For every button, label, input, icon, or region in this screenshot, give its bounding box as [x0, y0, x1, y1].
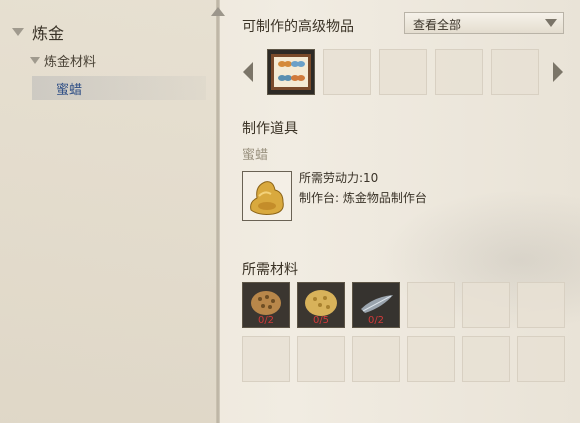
- filter-dropdown-value: 查看全部: [413, 18, 462, 32]
- beeswax-icon: [250, 181, 284, 215]
- butterfly-collection-icon: [271, 54, 311, 90]
- filter-dropdown[interactable]: 查看全部: [404, 12, 564, 34]
- material-slot[interactable]: [407, 282, 455, 328]
- tree-category-alchemy[interactable]: 炼金: [12, 20, 64, 44]
- material-slot[interactable]: [517, 282, 565, 328]
- materials-title: 所需材料: [242, 262, 298, 278]
- material-slot[interactable]: [242, 336, 290, 382]
- material-slot[interactable]: 0/5: [297, 282, 345, 328]
- labor-requirement: 所需劳动力:10: [299, 171, 379, 185]
- craftable-item-slot[interactable]: [323, 49, 371, 95]
- expand-triangle-icon: [30, 57, 40, 64]
- tool-name: 蜜蜡: [242, 148, 269, 163]
- craftable-item-slot[interactable]: [435, 49, 483, 95]
- scroll-up-arrow-icon[interactable]: [211, 7, 225, 16]
- tool-section-title: 制作道具: [242, 121, 298, 137]
- material-count: 0/2: [257, 315, 275, 326]
- panel-scrollbar[interactable]: [216, 0, 220, 423]
- material-count: 0/2: [367, 315, 385, 326]
- craftable-item-slot[interactable]: [491, 49, 539, 95]
- workbench-requirement: 制作台: 炼金物品制作台: [299, 191, 427, 205]
- tree-subcategory-label: 炼金材料: [44, 55, 97, 70]
- tree-category-label: 炼金: [32, 24, 65, 43]
- carousel-prev-arrow-icon[interactable]: [243, 62, 253, 82]
- material-slot[interactable]: [462, 282, 510, 328]
- expand-triangle-icon: [12, 28, 24, 36]
- carousel-next-arrow-icon[interactable]: [553, 62, 563, 82]
- material-slot[interactable]: [462, 336, 510, 382]
- chevron-down-icon: [545, 19, 557, 27]
- material-slot[interactable]: [517, 336, 565, 382]
- material-slot[interactable]: [407, 336, 455, 382]
- craftable-item-slot[interactable]: [267, 49, 315, 95]
- tree-item-beeswax[interactable]: 蜜蜡: [32, 76, 206, 100]
- tool-item-slot[interactable]: [242, 171, 292, 221]
- material-slot[interactable]: [297, 336, 345, 382]
- tree-subcategory-alchemy-materials[interactable]: 炼金材料: [30, 51, 96, 70]
- tree-item-label: 蜜蜡: [56, 82, 83, 98]
- material-slot[interactable]: 0/2: [242, 282, 290, 328]
- recipe-tree-panel: 炼金 炼金材料 蜜蜡: [0, 0, 218, 423]
- material-count: 0/5: [312, 315, 330, 326]
- material-slot[interactable]: 0/2: [352, 282, 400, 328]
- craftable-item-slot[interactable]: [379, 49, 427, 95]
- craftable-items-title: 可制作的高级物品: [242, 19, 354, 35]
- material-slot[interactable]: [352, 336, 400, 382]
